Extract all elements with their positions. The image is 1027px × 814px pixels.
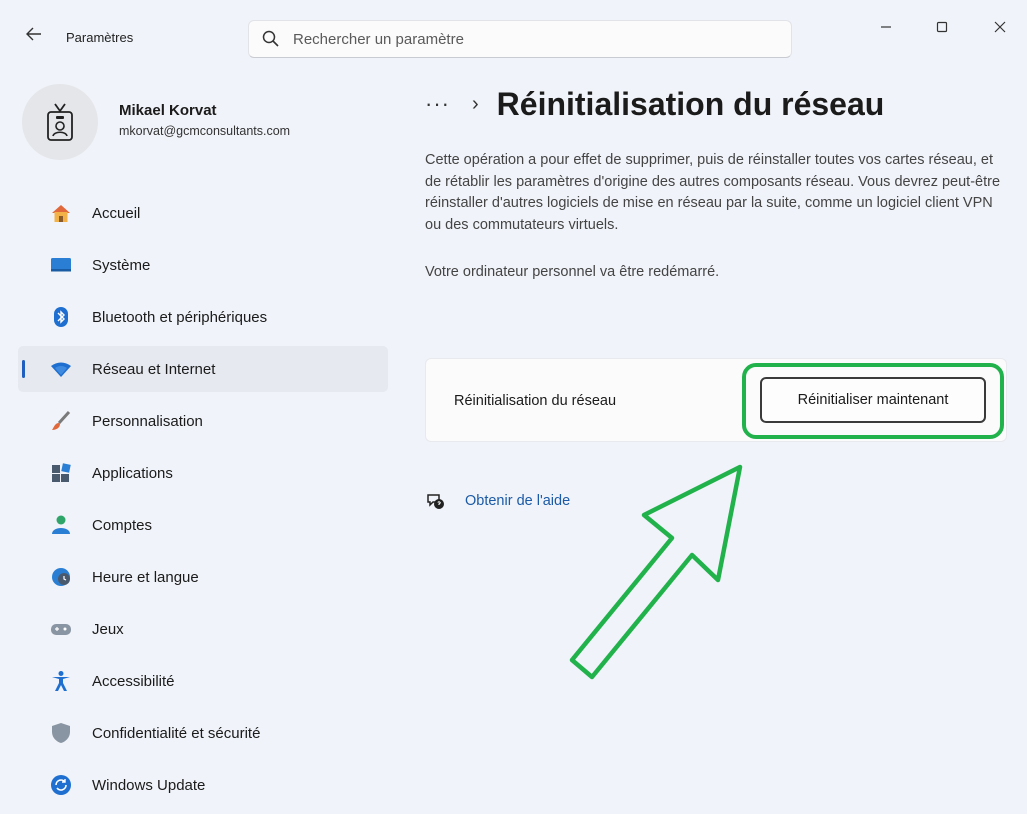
sidebar-item-accueil[interactable]: Accueil (18, 190, 388, 236)
bluetooth-icon (50, 306, 72, 328)
sidebar-item-label: Heure et langue (92, 568, 199, 586)
search-box[interactable] (248, 20, 792, 58)
sidebar-item-comptes[interactable]: Comptes (18, 502, 388, 548)
shield-icon (50, 722, 72, 744)
breadcrumb-separator: › (471, 92, 479, 115)
search-input[interactable] (291, 29, 775, 49)
sidebar-item-label: Jeux (92, 620, 124, 638)
green-arrow-annotation (569, 464, 743, 680)
brush-icon (50, 410, 72, 432)
minimize-icon (881, 26, 891, 28)
get-help-link[interactable]: Obtenir de l'aide (425, 490, 570, 512)
apps-icon (50, 462, 72, 484)
user-name: Mikael Korvat (119, 102, 217, 119)
page-title: Réinitialisation du réseau (496, 85, 885, 122)
maximize-button[interactable] (922, 12, 962, 42)
selection-indicator (22, 360, 25, 378)
sidebar-item-accessibilite[interactable]: Accessibilité (18, 658, 388, 704)
back-arrow-icon (26, 27, 41, 41)
sidebar-item-confidentialite[interactable]: Confidentialité et sécurité (18, 710, 388, 756)
sidebar-item-bluetooth[interactable]: Bluetooth et périphériques (18, 294, 388, 340)
sidebar-item-label: Confidentialité et sécurité (92, 724, 261, 742)
sidebar-item-label: Bluetooth et périphériques (92, 308, 268, 326)
home-icon (50, 202, 72, 224)
display-icon (50, 254, 72, 276)
restart-note: Votre ordinateur personnel va être redém… (425, 264, 720, 280)
avatar[interactable] (22, 84, 98, 160)
update-icon (50, 774, 72, 796)
sidebar-item-systeme[interactable]: Système (18, 242, 388, 288)
user-email: mkorvat@gcmconsultants.com (119, 124, 291, 138)
badge-avatar-icon (47, 103, 73, 141)
help-icon (425, 490, 447, 512)
person-icon (50, 514, 72, 536)
sidebar-item-label: Windows Update (92, 776, 206, 794)
network-reset-card: Réinitialisation du réseau Réinitialiser… (425, 358, 1007, 442)
close-icon (994, 21, 1006, 33)
app-title: Paramètres (66, 30, 134, 45)
globe-clock-icon (50, 566, 72, 588)
back-button[interactable] (22, 22, 46, 46)
reset-now-button[interactable]: Réinitialiser maintenant (760, 377, 986, 423)
breadcrumb-more-button[interactable]: ··· (425, 91, 450, 117)
sidebar-item-applications[interactable]: Applications (18, 450, 388, 496)
sidebar-item-windows-update[interactable]: Windows Update (18, 762, 388, 808)
breadcrumb: ··· › Réinitialisation du réseau (425, 80, 1010, 128)
close-button[interactable] (980, 12, 1020, 42)
sidebar-item-label: Accueil (92, 204, 141, 222)
card-label: Réinitialisation du réseau (454, 393, 617, 409)
gamepad-icon (50, 618, 72, 640)
wifi-icon (50, 358, 72, 380)
search-icon (262, 30, 279, 47)
main-content: ··· › Réinitialisation du réseau Cette o… (425, 80, 1010, 509)
sidebar-item-label: Applications (92, 464, 173, 482)
maximize-icon (936, 21, 948, 33)
title-bar: Paramètres (0, 0, 1027, 72)
sidebar-item-label: Accessibilité (92, 672, 175, 690)
sidebar-item-label: Réseau et Internet (92, 360, 216, 378)
sidebar-item-label: Comptes (92, 516, 153, 534)
help-link-text: Obtenir de l'aide (465, 493, 571, 509)
sidebar-item-jeux[interactable]: Jeux (18, 606, 388, 652)
user-profile[interactable]: Mikael Korvat mkorvat@gcmconsultants.com (22, 84, 402, 164)
sidebar-item-personnalisation[interactable]: Personnalisation (18, 398, 388, 444)
sidebar-item-label: Personnalisation (92, 412, 203, 430)
sidebar-item-label: Système (92, 256, 151, 274)
sidebar-item-reseau[interactable]: Réseau et Internet (18, 346, 388, 392)
minimize-button[interactable] (866, 12, 906, 42)
sidebar-nav: Accueil Système Bluetooth et périphériqu… (18, 190, 388, 814)
sidebar-item-heure[interactable]: Heure et langue (18, 554, 388, 600)
description-text: Cette opération a pour effet de supprime… (425, 152, 1001, 233)
accessibility-icon (50, 670, 72, 692)
